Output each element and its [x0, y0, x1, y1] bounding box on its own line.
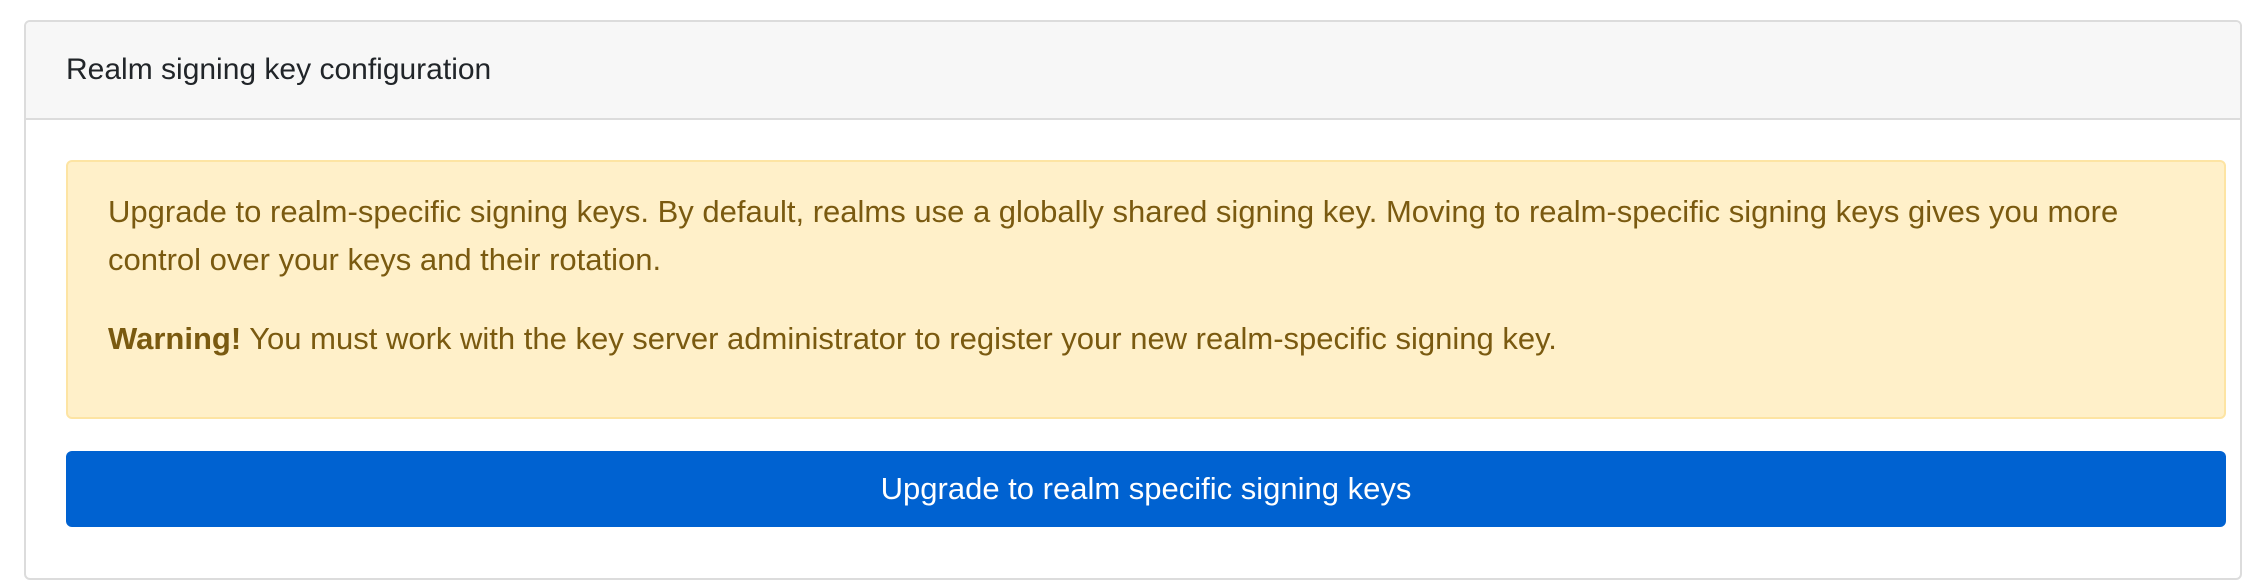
- warning-text: You must work with the key server admini…: [241, 321, 1557, 356]
- alert-message: Upgrade to realm-specific signing keys. …: [108, 194, 2119, 277]
- warning-label: Warning!: [108, 321, 242, 356]
- upgrade-signing-keys-button[interactable]: Upgrade to realm specific signing keys: [66, 451, 2226, 527]
- card-body: Upgrade to realm-specific signing keys. …: [26, 120, 2240, 527]
- signing-key-card: Realm signing key configuration Upgrade …: [24, 20, 2242, 580]
- card-title: Realm signing key configuration: [66, 53, 492, 86]
- upgrade-warning-alert: Upgrade to realm-specific signing keys. …: [66, 160, 2226, 419]
- alert-warning: Warning! You must work with the key serv…: [108, 315, 2184, 363]
- card-header: Realm signing key configuration: [26, 22, 2240, 120]
